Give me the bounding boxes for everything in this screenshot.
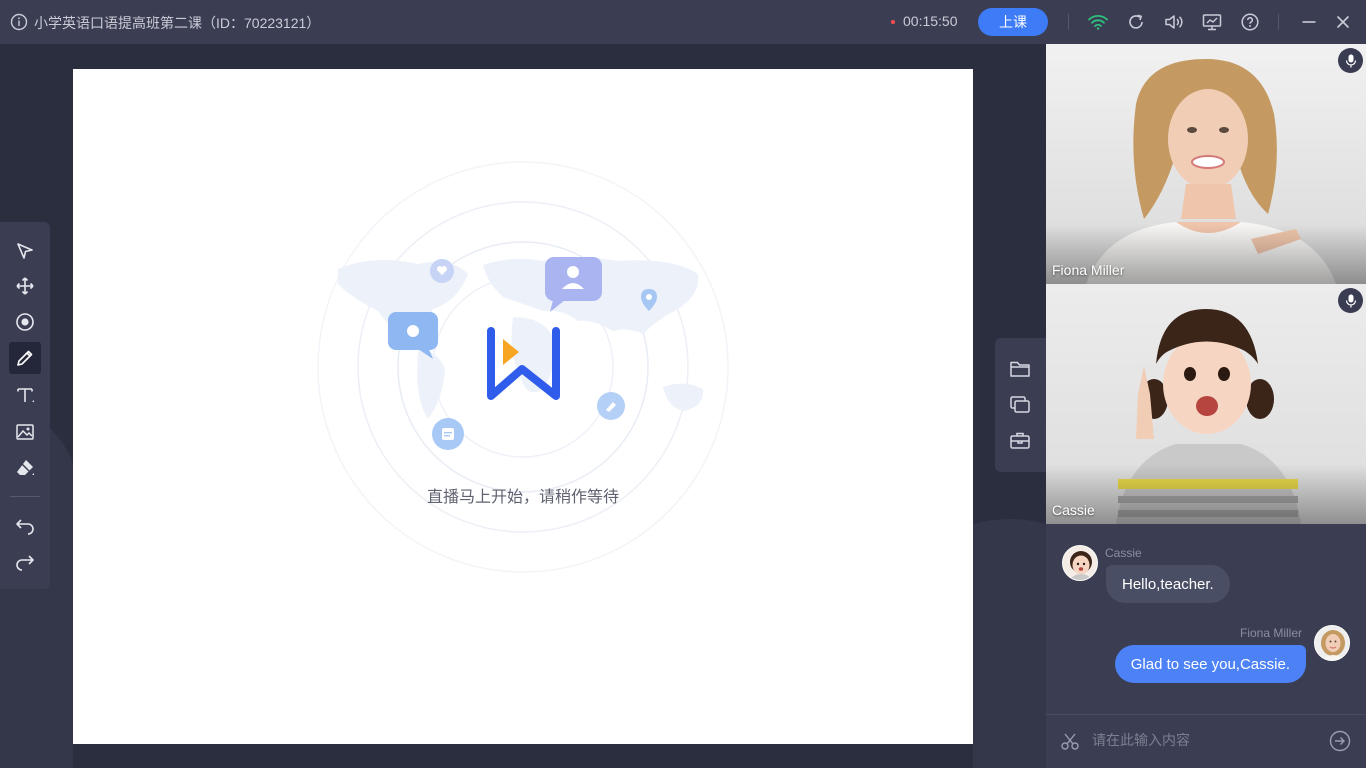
- volume-icon[interactable]: [1163, 11, 1185, 33]
- chat-message: Glad to see you,Cassie.: [1114, 645, 1306, 683]
- chat-bubble-illustration: [388, 312, 438, 359]
- microphone-icon[interactable]: [1338, 48, 1363, 73]
- avatar: [1062, 545, 1098, 581]
- divider: [10, 496, 40, 497]
- chat-input-bar: [1046, 714, 1366, 768]
- avatar: [1314, 625, 1350, 661]
- wifi-icon[interactable]: [1087, 11, 1109, 33]
- select-tool[interactable]: [9, 235, 41, 267]
- waiting-illustration: [317, 161, 729, 573]
- redo-tool[interactable]: [9, 545, 41, 577]
- pen-tool[interactable]: [9, 342, 41, 374]
- microphone-icon[interactable]: [1338, 288, 1363, 313]
- folder-icon[interactable]: [1008, 357, 1032, 381]
- drawing-toolbar: [0, 222, 50, 589]
- minimize-icon[interactable]: [1298, 11, 1320, 33]
- teacher-video-feed: [1046, 44, 1366, 284]
- student-video-tile[interactable]: Cassie: [1046, 284, 1366, 524]
- message-sender: Fiona Miller: [1239, 626, 1302, 640]
- screen-share-icon[interactable]: [1201, 11, 1223, 33]
- title-bar: 小学英语口语提高班第二课（ID：70223121） 00:15:50 上课: [0, 0, 1366, 44]
- close-icon[interactable]: [1332, 11, 1354, 33]
- info-icon[interactable]: [10, 13, 28, 31]
- eraser-tool[interactable]: [9, 452, 41, 484]
- waiting-message: 直播马上开始，请稍作等待: [426, 487, 619, 506]
- send-icon[interactable]: [1329, 730, 1351, 752]
- move-tool[interactable]: [9, 270, 41, 302]
- divider: [1278, 14, 1279, 30]
- chat-input[interactable]: [1092, 729, 1312, 753]
- divider: [1068, 14, 1069, 30]
- class-title: 小学英语口语提高班第二课（ID：70223121）: [34, 15, 321, 31]
- scissors-icon[interactable]: [1060, 732, 1080, 752]
- message-sender: Cassie: [1105, 546, 1142, 560]
- image-tool[interactable]: [9, 416, 41, 448]
- student-video-feed: [1046, 284, 1366, 524]
- class-timer: 00:15:50: [903, 13, 958, 29]
- refresh-icon[interactable]: [1125, 11, 1147, 33]
- resource-panel: [995, 338, 1046, 472]
- help-icon[interactable]: [1239, 11, 1261, 33]
- start-class-button[interactable]: 上课: [978, 8, 1048, 36]
- participant-name: Fiona Miller: [1052, 262, 1125, 278]
- recording-dot: [891, 20, 895, 24]
- text-tool[interactable]: [9, 379, 41, 411]
- classroom-stage: 直播马上开始，请稍作等待: [0, 44, 1046, 768]
- whiteboard[interactable]: 直播马上开始，请稍作等待: [73, 69, 973, 744]
- teacher-video-tile[interactable]: Fiona Miller: [1046, 44, 1366, 284]
- window-icon[interactable]: [1008, 393, 1032, 417]
- chat-message: Hello,teacher.: [1106, 565, 1230, 603]
- chat-panel: Cassie Hello,teacher. Fiona Miller Glad …: [1046, 524, 1366, 768]
- toolbox-icon[interactable]: [1008, 429, 1032, 453]
- laser-pointer-tool[interactable]: [9, 306, 41, 338]
- participant-name: Cassie: [1052, 502, 1095, 518]
- undo-tool[interactable]: [9, 509, 41, 541]
